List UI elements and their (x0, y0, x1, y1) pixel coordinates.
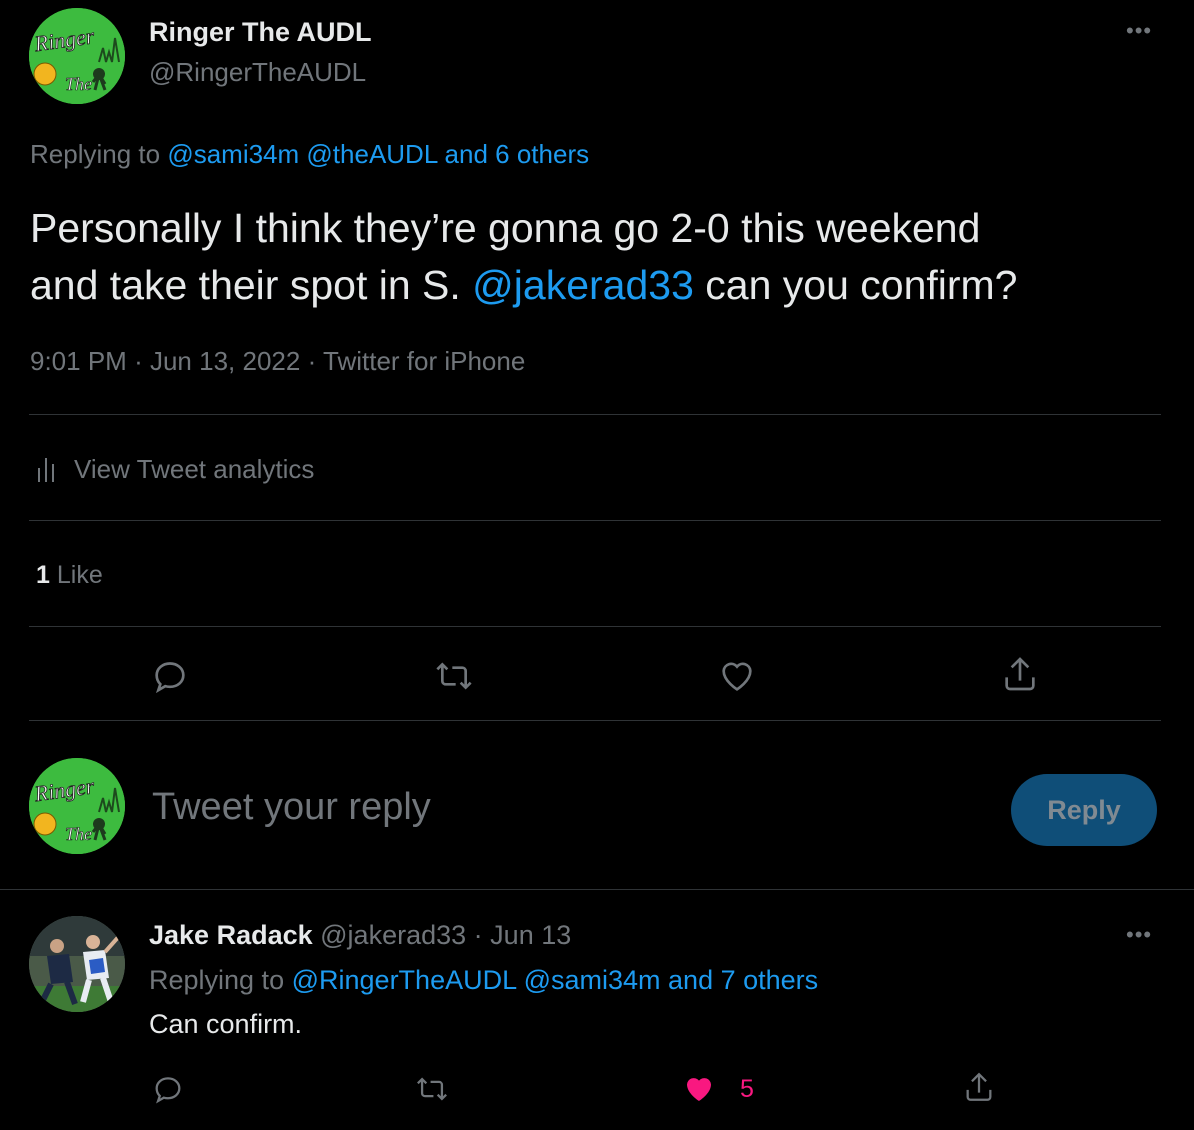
replying-to-users[interactable]: @sami34m @theAUDL and 6 others (167, 139, 589, 169)
author-name[interactable]: Ringer The AUDL (149, 17, 372, 48)
more-options-icon[interactable]: ••• (1126, 20, 1152, 42)
reply-like-count: 5 (740, 1074, 754, 1103)
reply-date[interactable]: Jun 13 (490, 920, 571, 950)
meta-separator: · (307, 346, 317, 376)
divider (29, 626, 1161, 627)
heart-filled-icon (687, 1078, 711, 1101)
retweet-button[interactable] (433, 656, 475, 696)
tweet-text-after-mention: can you confirm? (705, 262, 1018, 308)
reply-share-button[interactable] (962, 1070, 996, 1104)
tweet-text: Personally I think they’re gonna go 2-0 … (30, 200, 1018, 314)
reply-icon (155, 1077, 181, 1104)
mention-link[interactable]: @jakerad33 (472, 262, 694, 308)
share-icon (966, 1072, 992, 1101)
reply-header: Jake Radack @jakerad33 · Jun 13 (149, 920, 571, 951)
tweet-source[interactable]: Twitter for iPhone (323, 346, 525, 376)
author-handle[interactable]: @RingerTheAUDL (149, 57, 366, 88)
tweet-text-line2: and take their spot in S. @jakerad33 can… (30, 257, 1018, 314)
divider (29, 520, 1161, 521)
likes-label: Like (56, 561, 103, 589)
replying-to-prefix: Replying to (30, 139, 161, 169)
share-button[interactable] (1000, 654, 1040, 694)
tweet-time[interactable]: 9:01 PM (30, 346, 127, 376)
reply-button[interactable] (150, 656, 190, 696)
divider (29, 720, 1161, 721)
svg-text:The: The (65, 74, 92, 94)
analytics-icon (38, 458, 54, 482)
heart-icon (722, 662, 752, 691)
reply-submit-button[interactable]: Reply (1011, 774, 1157, 846)
like-button[interactable] (716, 656, 758, 696)
ultimate-players-photo (29, 916, 125, 1012)
meta-separator: · (134, 346, 143, 376)
tweet-text-line1: Personally I think they’re gonna go 2-0 … (30, 205, 981, 251)
likes-count-link[interactable]: 1 Like (36, 561, 103, 590)
reply-reply-button[interactable] (151, 1072, 185, 1106)
author-avatar[interactable]: Ringer The (29, 8, 125, 104)
reply-retweet-button[interactable] (414, 1072, 450, 1106)
divider (29, 414, 1161, 415)
share-icon (1005, 657, 1035, 691)
tweet-text-before-mention: and take their spot in S. (30, 262, 461, 308)
tweet-date[interactable]: Jun 13, 2022 (150, 346, 300, 376)
meta-separator: · (473, 920, 483, 950)
retweet-icon (417, 1077, 447, 1101)
replying-to-line: Replying to @sami34m @theAUDL and 6 othe… (30, 139, 589, 170)
reply-icon (155, 662, 185, 694)
reply-author-avatar[interactable] (29, 916, 125, 1012)
reply-input[interactable]: Tweet your reply (152, 786, 431, 829)
reply-text: Can confirm. (149, 1009, 303, 1039)
reply-more-options-icon[interactable]: ••• (1126, 924, 1152, 946)
ringer-logo-icon: Ringer The (29, 758, 125, 854)
ringer-logo-icon: Ringer The (29, 8, 125, 104)
analytics-label: View Tweet analytics (74, 453, 315, 484)
replying-to-users[interactable]: @RingerTheAUDL @sami34m and 7 others (292, 965, 819, 995)
retweet-icon (436, 662, 472, 690)
composer-avatar[interactable]: Ringer The (29, 758, 125, 854)
divider (0, 889, 1194, 890)
replying-to-prefix: Replying to (149, 965, 285, 995)
likes-count: 1 (36, 561, 50, 589)
reply-author-handle[interactable]: @jakerad33 (320, 920, 466, 950)
tweet-meta: 9:01 PM · Jun 13, 2022 · Twitter for iPh… (30, 346, 525, 377)
reply-like-button[interactable]: 5 (680, 1071, 754, 1107)
reply-author-name[interactable]: Jake Radack (149, 920, 313, 950)
view-analytics-link[interactable]: View Tweet analytics (36, 452, 314, 486)
reply-replying-to-line: Replying to @RingerTheAUDL @sami34m and … (149, 965, 818, 996)
svg-text:The: The (65, 824, 92, 844)
